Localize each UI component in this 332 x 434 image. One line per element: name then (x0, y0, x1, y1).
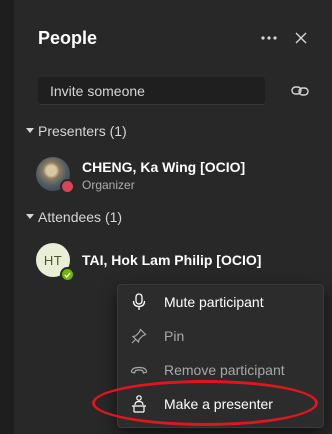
menu-item-label: Remove participant (164, 362, 285, 378)
participant-context-menu: Mute participant Pin Remove participant (117, 284, 324, 428)
presenters-section-header[interactable]: Presenters (1) (22, 121, 127, 141)
pin-menu-item[interactable]: Pin (118, 321, 323, 351)
menu-item-label: Make a presenter (164, 396, 273, 412)
presenter-row[interactable]: CHENG, Ka Wing [OCIO] Organizer (36, 157, 326, 197)
pin-icon (130, 327, 148, 345)
more-options-button[interactable] (257, 26, 281, 50)
attendee-row[interactable]: HT TAI, Hok Lam Philip [OCIO] (36, 243, 326, 283)
busy-status-icon (60, 179, 75, 194)
chevron-down-icon (22, 214, 38, 220)
menu-item-label: Pin (164, 328, 185, 344)
available-status-icon (60, 267, 75, 282)
menu-item-label: Mute participant (164, 294, 264, 310)
presenters-section-label: Presenters (1) (38, 123, 127, 139)
chevron-down-icon (22, 128, 38, 134)
close-button[interactable] (289, 26, 313, 50)
participant-name: TAI, Hok Lam Philip [OCIO] (82, 252, 262, 268)
presenter-icon (130, 395, 148, 413)
remove-participant-menu-item[interactable]: Remove participant (118, 355, 323, 385)
participant-role: Organizer (82, 178, 135, 192)
panel-title: People (38, 28, 98, 48)
share-invite-link-button[interactable] (289, 80, 311, 102)
attendees-section-header[interactable]: Attendees (1) (22, 207, 122, 227)
close-icon (295, 32, 307, 44)
participant-name: CHENG, Ka Wing [OCIO] (82, 159, 246, 175)
hang-up-icon (130, 361, 148, 379)
link-icon (291, 86, 309, 96)
more-horizontal-icon (261, 36, 277, 40)
invite-someone-input[interactable] (38, 77, 265, 105)
make-a-presenter-menu-item[interactable]: Make a presenter (118, 389, 323, 419)
panel-left-edge (0, 0, 14, 434)
people-panel: People Presenters (1) CHENG, Ka Wing [OC… (0, 0, 332, 434)
attendees-section-label: Attendees (1) (38, 209, 123, 225)
mute-participant-menu-item[interactable]: Mute participant (118, 287, 323, 317)
microphone-icon (130, 293, 148, 311)
